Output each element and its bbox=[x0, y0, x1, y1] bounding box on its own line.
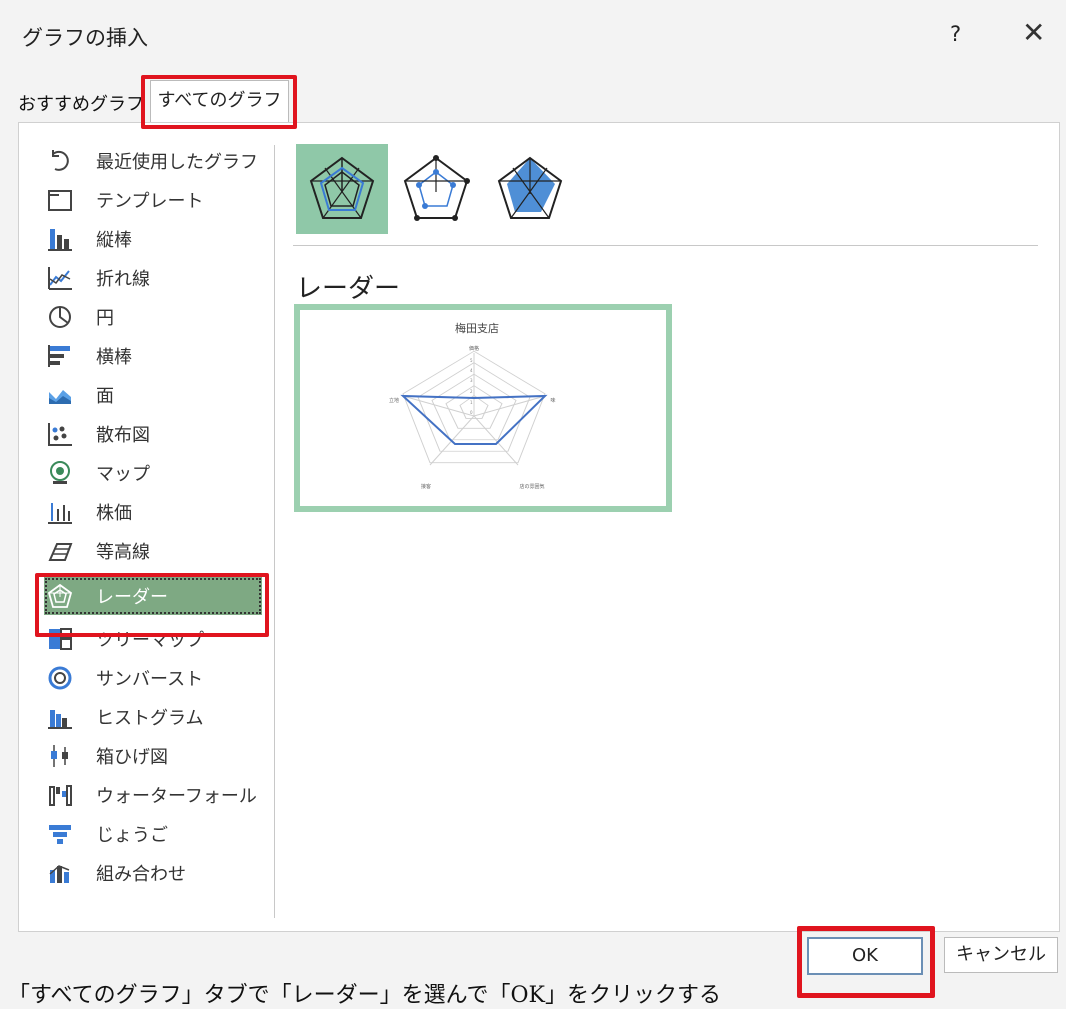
chart-preview[interactable]: 梅田支店 価格 味 店の雰囲気 接客 立地 5 4 3 2 1 0 bbox=[294, 304, 672, 512]
chart-type-heading: レーダー bbox=[296, 274, 401, 304]
sidebar-item-column[interactable]: 縦棒 bbox=[44, 220, 262, 258]
sunburst-icon bbox=[46, 664, 74, 692]
radar-highlight-box bbox=[35, 573, 269, 637]
preview-tick-label: 3 bbox=[470, 378, 473, 383]
sidebar-item-label: 組み合わせ bbox=[96, 864, 186, 885]
sidebar-item-stock[interactable]: 株価 bbox=[44, 493, 262, 531]
sidebar-item-label: 箱ひげ図 bbox=[96, 747, 168, 768]
sidebar-item-label: マップ bbox=[96, 464, 150, 485]
sidebar-item-histogram[interactable]: ヒストグラム bbox=[44, 698, 262, 736]
sidebar-item-area[interactable]: 面 bbox=[44, 376, 262, 414]
subtype-radar[interactable] bbox=[296, 144, 388, 234]
subtype-radar-markers[interactable] bbox=[390, 144, 482, 234]
surface-chart-icon bbox=[46, 537, 74, 565]
column-chart-icon bbox=[46, 225, 74, 253]
sidebar-item-label: 縦棒 bbox=[96, 230, 132, 251]
sidebar-item-label: テンプレート bbox=[96, 191, 204, 212]
sidebar-item-recent[interactable]: 最近使用したグラフ bbox=[44, 142, 262, 180]
combo-chart-icon bbox=[46, 859, 74, 887]
cancel-button[interactable]: キャンセル bbox=[944, 937, 1058, 973]
sidebar-item-label: サンバースト bbox=[96, 669, 204, 690]
map-chart-icon bbox=[46, 459, 74, 487]
radar-preview-chart: 梅田支店 価格 味 店の雰囲気 接客 立地 5 4 3 2 1 0 bbox=[389, 321, 556, 490]
sidebar-divider bbox=[274, 145, 275, 918]
sidebar-item-template[interactable]: テンプレート bbox=[44, 181, 262, 219]
subtype-filled-radar[interactable] bbox=[484, 144, 576, 234]
preview-tick-label: 4 bbox=[470, 368, 473, 373]
preview-axis-label: 接客 bbox=[421, 483, 431, 490]
pie-chart-icon bbox=[46, 303, 74, 331]
sidebar-item-bar[interactable]: 横棒 bbox=[44, 337, 262, 375]
sidebar-item-label: 散布図 bbox=[96, 425, 150, 446]
title-bar bbox=[8, 8, 1066, 58]
preview-tick-label: 2 bbox=[470, 389, 473, 394]
sidebar-item-pie[interactable]: 円 bbox=[44, 298, 262, 336]
sidebar-item-surface[interactable]: 等高線 bbox=[44, 532, 262, 570]
filled-radar-subtype-icon bbox=[497, 156, 563, 219]
preview-axis-label: 味 bbox=[550, 397, 555, 404]
waterfall-icon bbox=[46, 781, 74, 809]
scatter-chart-icon bbox=[46, 420, 74, 448]
tab-highlight-box bbox=[141, 75, 297, 129]
radar-markers-subtype-icon bbox=[403, 155, 470, 221]
sidebar-item-label: 最近使用したグラフ bbox=[96, 152, 258, 173]
preview-tick-label: 5 bbox=[470, 358, 473, 363]
sidebar-item-label: 円 bbox=[96, 308, 114, 329]
subtype-divider bbox=[293, 245, 1038, 246]
sidebar-item-funnel[interactable]: じょうご bbox=[44, 815, 262, 853]
preview-axis-label: 価格 bbox=[469, 345, 479, 352]
preview-axis-label: 店の雰囲気 bbox=[519, 483, 544, 490]
box-whisker-icon bbox=[46, 742, 74, 770]
sidebar-item-box-whisker[interactable]: 箱ひげ図 bbox=[44, 737, 262, 775]
sidebar-item-combo[interactable]: 組み合わせ bbox=[44, 854, 262, 892]
recent-icon bbox=[46, 147, 74, 175]
histogram-icon bbox=[46, 703, 74, 731]
sidebar-item-map[interactable]: マップ bbox=[44, 454, 262, 492]
close-button[interactable]: ✕ bbox=[1022, 16, 1045, 49]
radar-subtype-icon bbox=[309, 156, 375, 219]
sidebar-item-label: 株価 bbox=[96, 503, 132, 524]
instruction-caption: 「すべてのグラフ」タブで「レーダー」を選んで「OK」をクリックする bbox=[8, 983, 721, 1008]
sidebar-item-label: 折れ線 bbox=[96, 269, 150, 290]
stock-chart-icon bbox=[46, 498, 74, 526]
sidebar-item-label: じょうご bbox=[96, 825, 168, 846]
sidebar-item-scatter[interactable]: 散布図 bbox=[44, 415, 262, 453]
line-chart-icon bbox=[46, 264, 74, 292]
preview-tick-label: 0 bbox=[470, 410, 473, 415]
help-button[interactable]: ? bbox=[950, 22, 961, 46]
template-icon bbox=[46, 186, 74, 214]
chart-category-list: 最近使用したグラフ テンプレート 縦棒 折れ線 円 横棒 面 散布図 マップ 株… bbox=[38, 136, 262, 918]
sidebar-item-waterfall[interactable]: ウォーターフォール bbox=[44, 776, 262, 814]
dialog-title: グラフの挿入 bbox=[22, 26, 148, 50]
sidebar-item-label: ヒストグラム bbox=[96, 708, 204, 729]
sidebar-item-sunburst[interactable]: サンバースト bbox=[44, 659, 262, 697]
preview-tick-label: 1 bbox=[470, 400, 473, 405]
tab-recommended-charts[interactable]: おすすめグラフ bbox=[18, 90, 144, 116]
sidebar-item-label: 横棒 bbox=[96, 347, 132, 368]
sidebar-item-label: 等高線 bbox=[96, 542, 150, 563]
bar-chart-icon bbox=[46, 342, 74, 370]
sidebar-item-line[interactable]: 折れ線 bbox=[44, 259, 262, 297]
area-chart-icon bbox=[46, 381, 74, 409]
sidebar-item-label: ウォーターフォール bbox=[96, 786, 257, 807]
preview-chart-title: 梅田支店 bbox=[455, 321, 499, 335]
ok-highlight-box bbox=[797, 926, 935, 998]
funnel-icon bbox=[46, 820, 74, 848]
sidebar-item-label: 面 bbox=[96, 386, 114, 407]
preview-axis-label: 立地 bbox=[389, 397, 399, 404]
